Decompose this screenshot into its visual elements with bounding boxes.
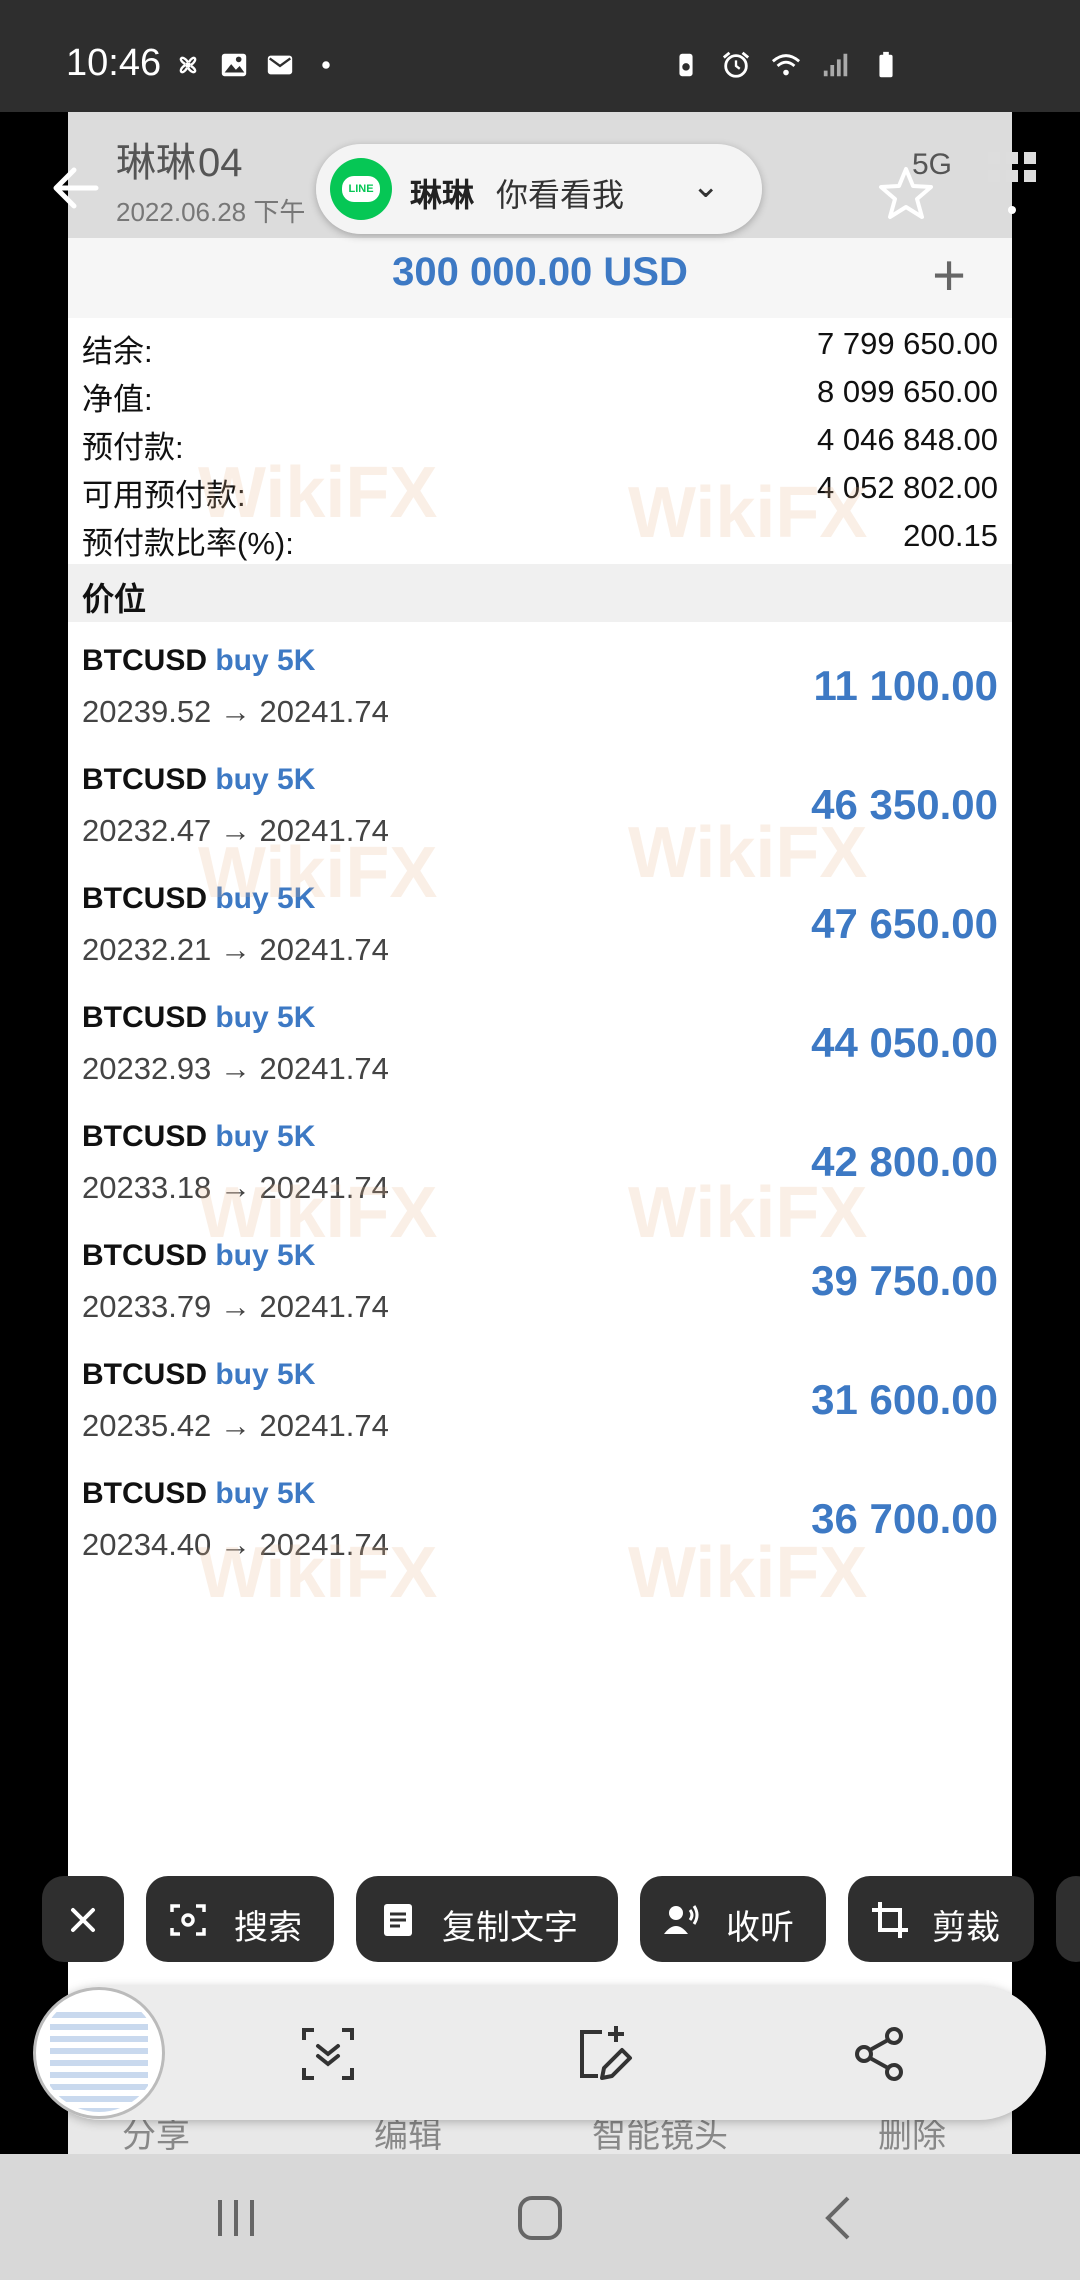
account-summary: 结余: 7 799 650.00 净值: 8 099 650.00 预付款: 4 04… [68,318,1012,561]
position-symbol: BTCUSD [82,763,207,796]
position-symbol: BTCUSD [82,1358,207,1391]
more-chips-edge[interactable] [1056,1876,1080,1962]
position-symbol: BTCUSD [82,1239,207,1272]
share-icon[interactable] [848,2022,912,2086]
action-chip-bar: 搜索 复制文字 收听 剪裁 [0,1876,1080,1966]
mail-icon [267,55,293,75]
position-row: BTCUSD buy 5K 20239.52 → 20241.74 11 100… [68,632,1012,751]
position-profit: 46 350.00 [811,781,998,828]
position-side: buy 5K [215,882,316,915]
close-button[interactable] [42,1876,124,1962]
position-side: buy 5K [215,644,316,677]
position-profit: 11 100.00 [813,662,998,709]
wifi-icon [771,54,801,76]
position-prices: 20232.93 → 20241.74 [82,1051,389,1086]
chat-date: 2022.06.28 下午 [116,197,306,227]
more-dot-icon [322,61,330,69]
position-profit: 44 050.00 [811,1019,998,1066]
position-side: buy 5K [215,1120,316,1153]
summary-row: 结余: 7 799 650.00 [82,326,998,369]
close-icon [71,1908,95,1932]
position-prices: 20232.47 → 20241.74 [82,813,389,848]
chat-notification[interactable]: LINE 琳琳 你看看我 ⌄ [316,144,762,234]
position-prices: 20232.21 → 20241.74 [82,932,389,967]
document-text-icon [384,1904,412,1936]
summary-row: 预付款: 4 046 848.00 [82,422,998,465]
chevron-down-icon[interactable]: ⌄ [692,166,721,206]
section-header: 价位 [68,564,1012,622]
fan-icon [179,56,197,74]
position-prices: 20239.52 → 20241.74 [82,694,389,729]
lens-search-icon [170,1904,206,1936]
scroll-capture-icon[interactable] [296,2022,360,2086]
notification-sender: 琳琳 [410,177,475,213]
battery-saver-icon [679,53,693,77]
position-row: BTCUSD buy 5K 20232.47 → 20241.74 46 350… [68,751,1012,870]
crop-button[interactable]: 剪裁 [848,1876,1034,1962]
position-profit: 36 700.00 [811,1495,998,1542]
position-row: BTCUSD buy 5K 20235.42 → 20241.74 31 600… [68,1346,1012,1465]
summary-row: 预付款比率(%): 200.15 [82,518,998,561]
alarm-icon [722,51,750,78]
position-side: buy 5K [215,763,316,796]
position-prices: 20235.42 → 20241.74 [82,1408,389,1443]
summary-row: 可用预付款: 4 052 802.00 [82,470,998,513]
position-side: buy 5K [215,1477,316,1510]
summary-row: 净值: 8 099 650.00 [82,374,998,417]
navigation-bar [0,2154,1080,2280]
more-options-icon[interactable] [984,148,1040,218]
position-row: BTCUSD buy 5K 20233.79 → 20241.74 39 750… [68,1227,1012,1346]
battery-icon [879,51,893,78]
position-side: buy 5K [215,1239,316,1272]
position-row: BTCUSD buy 5K 20234.40 → 20241.74 36 700… [68,1465,1012,1584]
home-icon[interactable] [510,2188,570,2248]
screenshot-viewer[interactable]: 琳琳04 2022.06.28 下午 5G 300 000.00 USD + 结… [68,112,1012,2154]
deposit-amount: 300 000.00 USD [392,250,688,294]
draw-edit-icon[interactable] [572,2022,636,2086]
status-time: 10:46 [66,42,162,84]
position-symbol: BTCUSD [82,1120,207,1153]
position-prices: 20233.18 → 20241.74 [82,1170,389,1205]
gallery-icon [221,53,247,77]
contact-name: 琳琳04 [116,141,243,185]
signal-icon [823,53,848,77]
position-row: BTCUSD buy 5K 20233.18 → 20241.74 42 800… [68,1108,1012,1227]
plus-icon: + [932,243,966,308]
position-prices: 20234.40 → 20241.74 [82,1527,389,1562]
position-prices: 20233.79 → 20241.74 [82,1289,389,1324]
star-icon[interactable] [876,164,936,224]
position-symbol: BTCUSD [82,1001,207,1034]
status-bar: 10:46 [0,0,1080,112]
position-side: buy 5K [215,1001,316,1034]
position-row: BTCUSD buy 5K 20232.93 → 20241.74 44 050… [68,989,1012,1108]
line-app-icon: LINE [330,158,392,220]
deposit-amount-row: 300 000.00 USD + [68,238,1012,318]
recent-apps-icon[interactable] [206,2188,266,2248]
position-profit: 39 750.00 [811,1257,998,1304]
copy-text-button[interactable]: 复制文字 [356,1876,618,1962]
back-arrow-icon[interactable] [48,160,104,216]
search-button[interactable]: 搜索 [146,1876,334,1962]
position-profit: 42 800.00 [811,1138,998,1185]
position-symbol: BTCUSD [82,644,207,677]
listen-button[interactable]: 收听 [640,1876,826,1962]
positions-list: BTCUSD buy 5K 20239.52 → 20241.74 11 100… [68,632,1012,1584]
back-nav-icon[interactable] [810,2188,870,2248]
position-profit: 31 600.00 [811,1376,998,1423]
screenshot-thumbnail[interactable] [36,1990,162,2116]
position-row: BTCUSD buy 5K 20232.21 → 20241.74 47 650… [68,870,1012,989]
crop-icon [872,1902,908,1938]
speaker-person-icon [664,1905,699,1934]
position-symbol: BTCUSD [82,882,207,915]
position-profit: 47 650.00 [811,900,998,947]
notification-message: 你看看我 [496,177,625,213]
position-symbol: BTCUSD [82,1477,207,1510]
position-side: buy 5K [215,1358,316,1391]
